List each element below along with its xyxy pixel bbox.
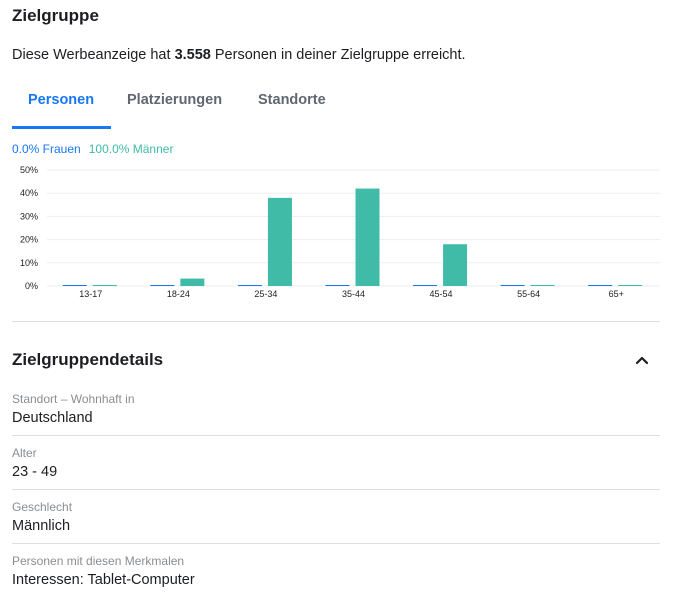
- gender-legend: 0.0% Frauen 100.0% Männer: [12, 142, 173, 156]
- divider: [12, 489, 660, 490]
- x-tick-label: 13-17: [79, 289, 102, 299]
- reach-summary: Diese Werbeanzeige hat 3.558 Personen in…: [12, 47, 466, 63]
- detail-value-interests: Interessen: Tablet-Computer: [12, 572, 195, 588]
- bar-women: [325, 285, 350, 286]
- bar-women: [150, 285, 175, 286]
- y-tick-label: 10%: [20, 258, 38, 268]
- bar-women: [500, 285, 525, 286]
- tab-personen[interactable]: Personen: [28, 92, 94, 108]
- y-tick-label: 0%: [25, 281, 38, 291]
- y-tick-label: 40%: [20, 188, 38, 198]
- y-tick-label: 30%: [20, 211, 38, 221]
- x-tick-label: 18-24: [167, 289, 190, 299]
- bar-women: [413, 285, 438, 286]
- bar-men: [267, 197, 292, 286]
- detail-value-gender: Männlich: [12, 518, 71, 534]
- y-tick-label: 50%: [20, 165, 38, 175]
- divider: [12, 543, 660, 544]
- bar-men: [530, 285, 555, 286]
- divider: [12, 435, 660, 436]
- active-tab-indicator: [12, 126, 111, 129]
- age-gender-chart: 50% 40% 30% 20% 10% 0% 13-17 18-24 25-34 35-44 45-…: [20, 165, 660, 299]
- tab-platzierungen[interactable]: Platzierungen: [127, 92, 222, 108]
- detail-value-location: Deutschland: [12, 410, 93, 426]
- section-title: Zielgruppe: [12, 6, 99, 25]
- detail-label-location: Standort – Wohnhaft in: [12, 392, 135, 406]
- x-tick-label: 45-54: [430, 289, 453, 299]
- bar-women: [237, 285, 262, 286]
- bar-men: [443, 244, 468, 286]
- bar-men: [180, 278, 205, 286]
- x-tick-label: 55-64: [517, 289, 540, 299]
- chevron-up-icon[interactable]: [630, 350, 654, 370]
- bar-men: [355, 188, 380, 286]
- reach-prefix: Diese Werbeanzeige hat: [12, 47, 175, 63]
- reach-suffix: Personen in deiner Zielgruppe erreicht.: [210, 47, 466, 63]
- details-title: Zielgruppendetails: [12, 350, 164, 369]
- x-tick-label: 25-34: [254, 289, 277, 299]
- legend-men: 100.0% Männer: [88, 142, 174, 156]
- detail-label-age: Alter: [12, 446, 37, 460]
- y-tick-label: 20%: [20, 235, 38, 245]
- x-tick-label: 35-44: [342, 289, 365, 299]
- detail-value-age: 23 - 49: [12, 464, 58, 480]
- tab-standorte[interactable]: Standorte: [258, 92, 326, 108]
- bar-women: [588, 285, 613, 286]
- reach-count: 3.558: [174, 47, 211, 63]
- audience-tabs: Personen Platzierungen Standorte: [12, 84, 660, 129]
- bar-men: [618, 285, 643, 286]
- bar-women: [62, 285, 87, 286]
- x-tick-label: 65+: [609, 289, 624, 299]
- detail-label-gender: Geschlecht: [12, 500, 73, 514]
- legend-women: 0.0% Frauen: [12, 142, 81, 156]
- detail-label-interests: Personen mit diesen Merkmalen: [12, 554, 185, 568]
- bar-men: [92, 285, 117, 286]
- divider: [12, 321, 660, 322]
